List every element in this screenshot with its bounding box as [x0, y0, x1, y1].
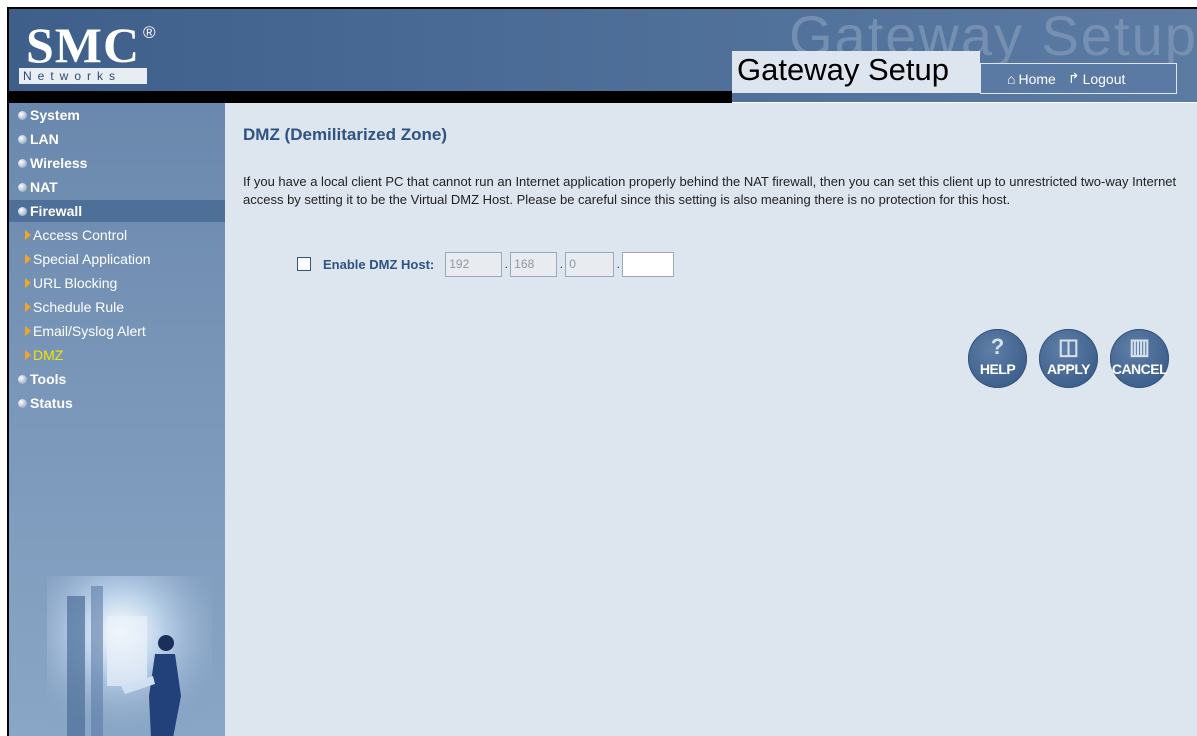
sidebar-subitem-access-control[interactable]: Access Control — [9, 225, 225, 245]
help-button-label: HELP — [979, 361, 1016, 377]
arrow-right-icon — [25, 326, 31, 336]
sidebar-item-label: Wireless — [30, 155, 88, 171]
bullet-icon — [18, 374, 27, 384]
arrow-right-icon — [25, 350, 31, 360]
arrow-right-icon — [25, 230, 31, 240]
enable-dmz-label: Enable DMZ Host: — [323, 256, 435, 272]
disk-icon: ◫ — [1058, 334, 1079, 359]
cancel-button[interactable]: ▥ CANCEL — [1110, 329, 1169, 388]
bullet-icon — [18, 158, 27, 168]
header-divider-bar — [9, 91, 732, 103]
home-icon: ⌂ — [1007, 70, 1016, 87]
ip-dot: . — [559, 257, 563, 271]
apply-button-label: APPLY — [1047, 361, 1090, 377]
header-nav: ⌂ Home ↱ Logout — [980, 63, 1177, 94]
bullet-icon — [18, 110, 27, 120]
sidebar-item-wireless[interactable]: Wireless — [9, 153, 225, 173]
ip-dot: . — [504, 257, 508, 271]
sidebar-item-label: NAT — [30, 179, 58, 195]
trash-bin-icon: ▥ — [1129, 334, 1150, 359]
sidebar-item-label: LAN — [30, 131, 59, 147]
sidebar: System LAN Wireless NAT Firewall Access … — [9, 103, 225, 736]
dmz-ip-octet-1[interactable] — [445, 251, 503, 277]
bullet-icon — [18, 206, 27, 216]
sidebar-subitem-email-syslog-alert[interactable]: Email/Syslog Alert — [9, 321, 225, 341]
page-title: DMZ (Demilitarized Zone) — [243, 125, 448, 144]
bullet-icon — [18, 398, 27, 408]
sidebar-item-firewall[interactable]: Firewall — [9, 200, 225, 222]
dmz-ip-octet-3[interactable] — [565, 251, 615, 277]
apply-button[interactable]: ◫ APPLY — [1039, 329, 1098, 388]
dmz-ip-octet-4[interactable] — [622, 251, 675, 277]
logo-networks-text: Networks — [19, 68, 147, 84]
sidebar-subitem-label: Special Application — [33, 251, 151, 267]
sidebar-subitem-label: DMZ — [33, 347, 64, 363]
logout-icon: ↱ — [1067, 70, 1080, 86]
main-content: DMZ (Demilitarized Zone) If you have a l… — [225, 103, 1197, 736]
sidebar-item-tools[interactable]: Tools — [9, 369, 225, 389]
question-mark-icon: ? — [990, 334, 1005, 359]
sidebar-item-label: Status — [30, 395, 73, 411]
sidebar-photo — [47, 576, 212, 736]
sidebar-subitem-label: Schedule Rule — [33, 299, 125, 315]
sidebar-item-nat[interactable]: NAT — [9, 177, 225, 197]
dmz-description: If you have a local client PC that canno… — [243, 174, 1177, 207]
smc-logo: SMC — [26, 17, 141, 73]
arrow-right-icon — [25, 278, 31, 288]
dmz-ip-octet-2[interactable] — [510, 251, 558, 277]
dmz-host-row: Enable DMZ Host: . . . — [297, 251, 675, 277]
logout-label: Logout — [1082, 70, 1126, 87]
arrow-right-icon — [25, 254, 31, 264]
sidebar-item-system[interactable]: System — [9, 105, 225, 125]
enable-dmz-checkbox[interactable] — [297, 257, 311, 271]
sidebar-item-label: Tools — [30, 371, 67, 387]
sidebar-item-lan[interactable]: LAN — [9, 129, 225, 149]
sidebar-item-label: Firewall — [30, 203, 83, 219]
home-link[interactable]: ⌂ Home — [1007, 71, 1056, 87]
sidebar-subitem-label: URL Blocking — [33, 275, 118, 291]
help-button[interactable]: ? HELP — [968, 329, 1027, 388]
sidebar-item-status[interactable]: Status — [9, 393, 225, 413]
bullet-icon — [18, 134, 27, 144]
sidebar-subitem-dmz[interactable]: DMZ — [9, 345, 225, 365]
registered-mark: ® — [143, 23, 156, 42]
sidebar-subitem-schedule-rule[interactable]: Schedule Rule — [9, 297, 225, 317]
cancel-button-label: CANCEL — [1111, 361, 1168, 377]
logout-link[interactable]: ↱ Logout — [1068, 70, 1126, 87]
arrow-right-icon — [25, 302, 31, 312]
sidebar-subitem-url-blocking[interactable]: URL Blocking — [9, 273, 225, 293]
bullet-icon — [18, 182, 27, 192]
header-banner: SMC ® Networks Gateway Setup Gateway Set… — [9, 9, 1197, 103]
ip-dot: . — [616, 257, 620, 271]
sidebar-item-label: System — [30, 107, 80, 123]
sidebar-subitem-label: Access Control — [33, 227, 128, 243]
header-title: Gateway Setup — [737, 52, 949, 87]
sidebar-subitem-special-application[interactable]: Special Application — [9, 249, 225, 269]
sidebar-subitem-label: Email/Syslog Alert — [33, 323, 146, 339]
home-label: Home — [1018, 70, 1056, 87]
router-admin-window: SMC ® Networks Gateway Setup Gateway Set… — [7, 7, 1197, 736]
